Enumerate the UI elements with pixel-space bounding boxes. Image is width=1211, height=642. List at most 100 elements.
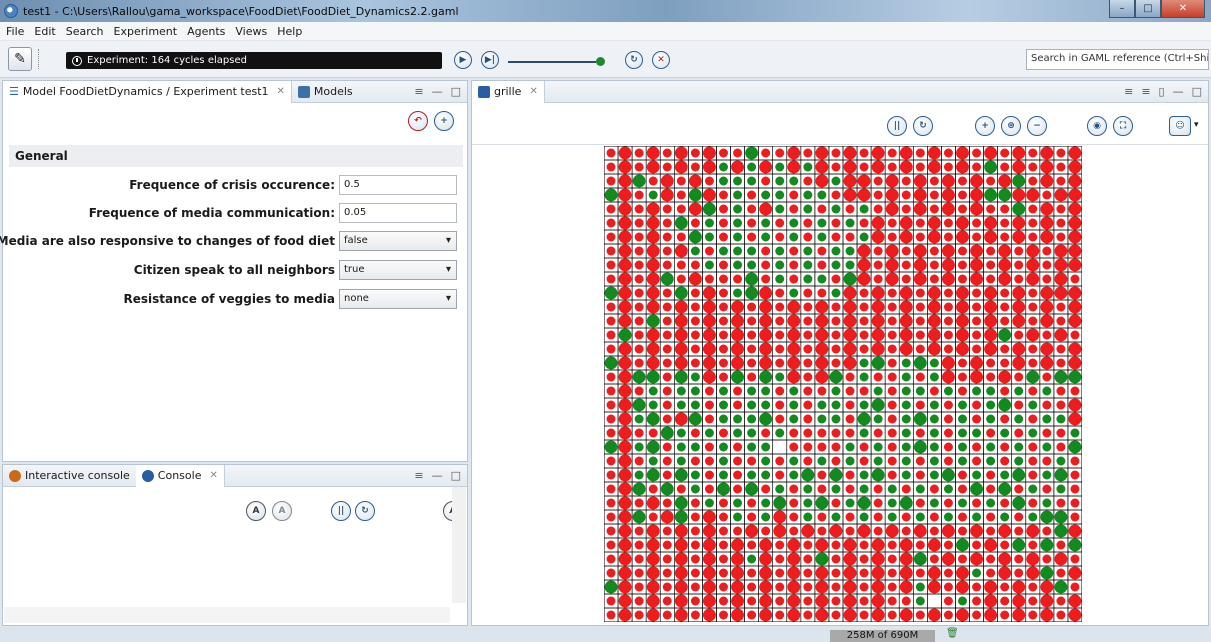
agent-meat-eater[interactable] bbox=[775, 344, 785, 354]
agent-meat-eater[interactable] bbox=[634, 610, 644, 620]
agent-veggie[interactable] bbox=[733, 428, 743, 438]
agent-meat-eater[interactable] bbox=[1070, 554, 1080, 564]
agent-veggie[interactable] bbox=[676, 456, 686, 466]
agent-meat-eater[interactable] bbox=[843, 160, 857, 174]
agent-meat-eater[interactable] bbox=[803, 344, 813, 354]
agent-meat-eater[interactable] bbox=[927, 286, 941, 300]
agent-veggie[interactable] bbox=[747, 162, 757, 172]
agent-meat-eater[interactable] bbox=[606, 414, 616, 424]
agent-veggie[interactable] bbox=[775, 204, 785, 214]
agent-veggie[interactable] bbox=[775, 372, 785, 382]
agent-veggie[interactable] bbox=[1026, 370, 1040, 384]
agent-meat-eater[interactable] bbox=[1056, 400, 1066, 410]
agent-meat-eater[interactable] bbox=[759, 566, 773, 580]
agent-veggie[interactable] bbox=[646, 314, 660, 328]
agent-meat-eater[interactable] bbox=[703, 160, 716, 174]
agent-meat-eater[interactable] bbox=[733, 148, 743, 158]
close-tab-icon[interactable]: ✕ bbox=[529, 86, 537, 97]
agent-meat-eater[interactable] bbox=[759, 286, 773, 300]
revert-button[interactable]: ↶ bbox=[408, 111, 428, 131]
agent-meat-eater[interactable] bbox=[1000, 540, 1010, 550]
agent-meat-eater[interactable] bbox=[984, 286, 998, 300]
agent-meat-eater[interactable] bbox=[634, 218, 644, 228]
agent-veggie[interactable] bbox=[817, 274, 827, 284]
agent-meat-eater[interactable] bbox=[1040, 202, 1054, 216]
agent-meat-eater[interactable] bbox=[703, 552, 716, 566]
agent-meat-eater[interactable] bbox=[815, 314, 829, 328]
agent-veggie[interactable] bbox=[717, 482, 730, 496]
agent-veggie[interactable] bbox=[745, 146, 759, 160]
agent-meat-eater[interactable] bbox=[1056, 386, 1066, 396]
agent-meat-eater[interactable] bbox=[1012, 300, 1026, 314]
agent-veggie[interactable] bbox=[747, 246, 757, 256]
agent-veggie[interactable] bbox=[1012, 202, 1026, 216]
agent-meat-eater[interactable] bbox=[1000, 344, 1010, 354]
agent-meat-eater[interactable] bbox=[704, 386, 714, 396]
agent-meat-eater[interactable] bbox=[1028, 540, 1038, 550]
agent-veggie[interactable] bbox=[913, 412, 927, 426]
agent-meat-eater[interactable] bbox=[674, 314, 688, 328]
agent-veggie[interactable] bbox=[761, 386, 771, 396]
agent-meat-eater[interactable] bbox=[789, 512, 799, 522]
agent-meat-eater[interactable] bbox=[943, 442, 953, 452]
agent-meat-eater[interactable] bbox=[731, 566, 744, 580]
maximize-button[interactable]: □ bbox=[1135, 0, 1161, 18]
agent-meat-eater[interactable] bbox=[901, 274, 911, 284]
agent-meat-eater[interactable] bbox=[845, 428, 855, 438]
agent-meat-eater[interactable] bbox=[731, 356, 744, 370]
agent-meat-eater[interactable] bbox=[1026, 552, 1040, 566]
agent-meat-eater[interactable] bbox=[704, 274, 714, 284]
agent-meat-eater[interactable] bbox=[1042, 372, 1052, 382]
agent-meat-eater[interactable] bbox=[634, 190, 644, 200]
agent-meat-eater[interactable] bbox=[662, 400, 672, 410]
agent-meat-eater[interactable] bbox=[984, 594, 998, 608]
agent-meat-eater[interactable] bbox=[1028, 470, 1038, 480]
agent-meat-eater[interactable] bbox=[1042, 456, 1052, 466]
agent-meat-eater[interactable] bbox=[943, 428, 953, 438]
agent-veggie[interactable] bbox=[747, 386, 757, 396]
agent-veggie[interactable] bbox=[761, 498, 771, 508]
agent-veggie[interactable] bbox=[761, 456, 771, 466]
agent-meat-eater[interactable] bbox=[927, 216, 941, 230]
agent-meat-eater[interactable] bbox=[719, 358, 728, 368]
agent-veggie[interactable] bbox=[1054, 370, 1068, 384]
agent-meat-eater[interactable] bbox=[690, 428, 700, 438]
agent-meat-eater[interactable] bbox=[899, 342, 913, 356]
agent-meat-eater[interactable] bbox=[972, 498, 982, 508]
agent-veggie[interactable] bbox=[1042, 470, 1052, 480]
agent-veggie[interactable] bbox=[761, 190, 771, 200]
agent-meat-eater[interactable] bbox=[1068, 524, 1082, 538]
agent-meat-eater[interactable] bbox=[1028, 386, 1038, 396]
agent-meat-eater[interactable] bbox=[634, 288, 644, 298]
agent-meat-eater[interactable] bbox=[929, 554, 939, 564]
agent-meat-eater[interactable] bbox=[1012, 216, 1026, 230]
minimize-view-icon[interactable]: — bbox=[1173, 85, 1184, 98]
agent-meat-eater[interactable] bbox=[899, 286, 913, 300]
agent-meat-eater[interactable] bbox=[789, 498, 799, 508]
agent-veggie[interactable] bbox=[1012, 468, 1026, 482]
agent-meat-eater[interactable] bbox=[1042, 526, 1052, 536]
agent-meat-eater[interactable] bbox=[719, 218, 728, 228]
agent-meat-eater[interactable] bbox=[719, 344, 728, 354]
agent-meat-eater[interactable] bbox=[1028, 344, 1038, 354]
agent-veggie[interactable] bbox=[759, 370, 773, 384]
tab-interactive-console[interactable]: Interactive console bbox=[3, 465, 136, 487]
agent-meat-eater[interactable] bbox=[915, 540, 925, 550]
agent-veggie[interactable] bbox=[873, 386, 883, 396]
agent-meat-eater[interactable] bbox=[943, 148, 953, 158]
agent-meat-eater[interactable] bbox=[831, 456, 841, 466]
agent-meat-eater[interactable] bbox=[1028, 456, 1038, 466]
agent-meat-eater[interactable] bbox=[1056, 176, 1066, 186]
agent-veggie[interactable] bbox=[929, 400, 939, 410]
agent-meat-eater[interactable] bbox=[901, 246, 911, 256]
agent-meat-eater[interactable] bbox=[618, 244, 632, 258]
agent-meat-eater[interactable] bbox=[831, 274, 841, 284]
agent-veggie[interactable] bbox=[1042, 442, 1052, 452]
agent-meat-eater[interactable] bbox=[986, 428, 996, 438]
agent-meat-eater[interactable] bbox=[606, 148, 616, 158]
agent-meat-eater[interactable] bbox=[1068, 412, 1082, 426]
agent-meat-eater[interactable] bbox=[618, 188, 632, 202]
menu-experiment[interactable]: Experiment bbox=[114, 25, 178, 38]
agent-meat-eater[interactable] bbox=[761, 484, 771, 494]
agent-meat-eater[interactable] bbox=[984, 608, 998, 622]
